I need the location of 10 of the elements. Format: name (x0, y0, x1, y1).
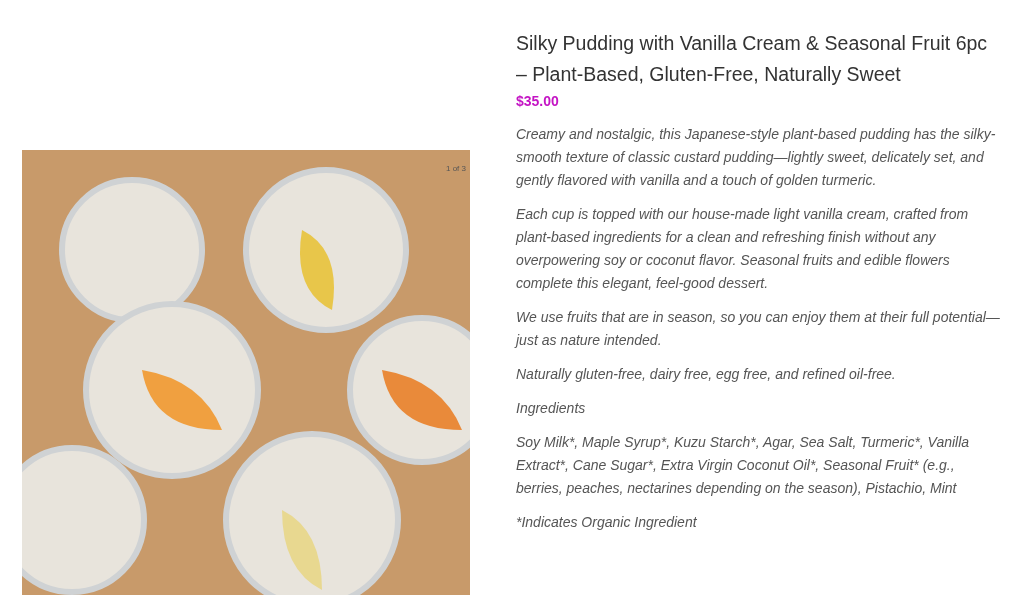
description-paragraph: *Indicates Organic Ingredient (516, 513, 698, 532)
image-counter: 1 of 3 (446, 164, 466, 173)
description-paragraph: Naturally gluten-free, dairy free, egg free, and refined oil-free. (516, 365, 897, 384)
product-price: $35.00 (516, 93, 560, 109)
description-paragraph: Soy Milk*, Maple Syrup*, Kuzu Starch*, Agar, Sea Salt, Turmeric*, Vanilla Extract*, Cane Sugar*, Extra Virgin Coconut Oil*, Seasonal Fruit* (e.g., berries, peaches, nectarines depending on the season), Pistachio, Mint (516, 433, 971, 498)
product-title: Silky Pudding with Vanilla Cream & Seasonal Fruit 6pc – Plant-Based, Gluten-Free, Naturally Sweet (516, 31, 989, 87)
description-paragraph: Creamy and nostalgic, this Japanese-style plant-based pudding has the silky-smooth texture of classic custard pudding—lightly sweet, delicately set, and gently flavored with vanilla and a touch of golden turmeric. (516, 125, 997, 190)
description-paragraph: Each cup is topped with our house-made light vanilla cream, crafted from plant-based ingredients for a clean and refreshing finish without any overpowering soy or coconut flavor. Seasonal fruits and edible flowers complete this elegant, feel-good dessert. (516, 205, 970, 293)
description-paragraph: We use fruits that are in season, so you can enjoy them at their full potential—just as nature intended. (516, 308, 1000, 350)
description-paragraph: Ingredients (516, 399, 587, 418)
